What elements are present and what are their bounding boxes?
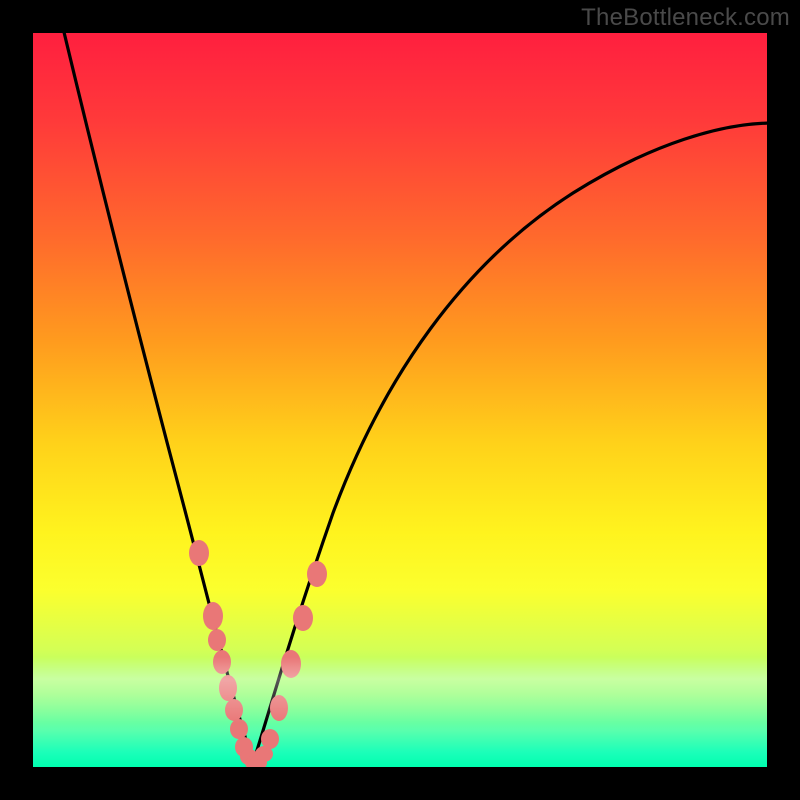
scatter-dot (281, 650, 301, 678)
chart-svg (33, 33, 767, 767)
scatter-dot (213, 650, 231, 674)
scatter-dot (307, 561, 327, 587)
scatter-dot (189, 540, 209, 566)
scatter-dot (225, 699, 243, 721)
scatter-dot (230, 719, 248, 739)
chart-frame: TheBottleneck.com (0, 0, 800, 800)
scatter-dot (203, 602, 223, 630)
curve-right-branch (253, 123, 767, 763)
scatter-dot (208, 629, 226, 651)
scatter-dot (261, 729, 279, 749)
plot-area (33, 33, 767, 767)
scatter-dot (270, 695, 288, 721)
scatter-dot (219, 675, 237, 701)
watermark-text: TheBottleneck.com (581, 4, 790, 32)
scatter-dot (293, 605, 313, 631)
scatter-group (189, 540, 327, 767)
